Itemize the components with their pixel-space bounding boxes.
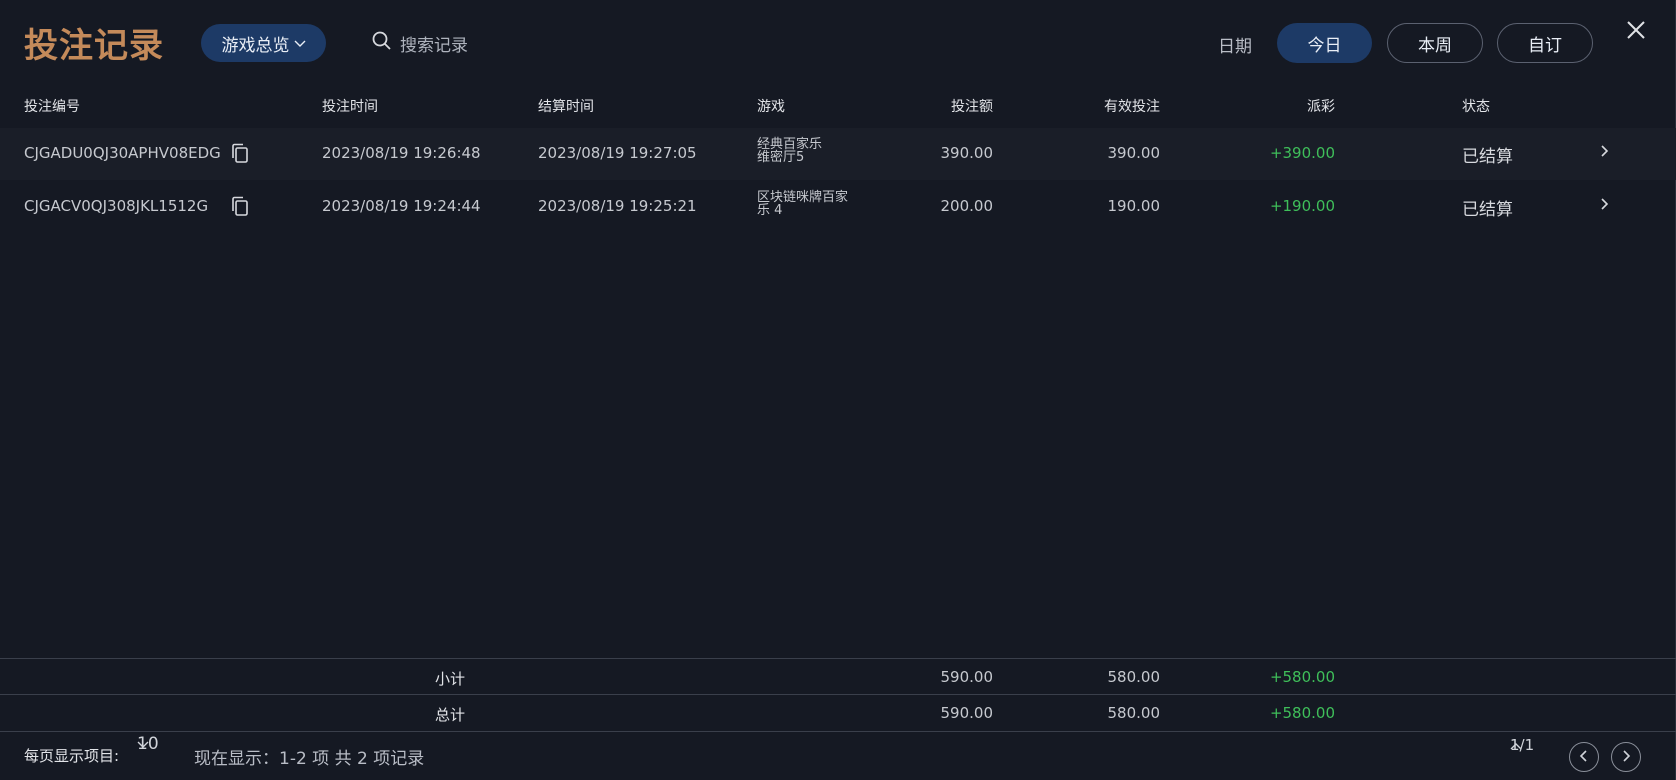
chevron-up-icon bbox=[1510, 736, 1522, 754]
subtotal-row: 小计 590.00 580.00 +580.00 bbox=[0, 660, 1676, 694]
next-page-button[interactable] bbox=[1611, 742, 1641, 772]
today-button[interactable]: 今日 bbox=[1277, 23, 1372, 63]
search-box[interactable]: 搜索记录 bbox=[372, 30, 468, 56]
per-page-label: 每页显示项目: bbox=[24, 747, 120, 765]
chevron-right-icon bbox=[1621, 748, 1631, 767]
col-bet-id: 投注编号 bbox=[24, 99, 80, 115]
col-status: 状态 bbox=[1462, 99, 1490, 115]
col-settle-time: 结算时间 bbox=[538, 99, 594, 115]
total-label: 总计 bbox=[435, 706, 466, 724]
copy-icon[interactable] bbox=[230, 196, 250, 216]
custom-date-button[interactable]: 自订 bbox=[1497, 23, 1593, 63]
game-filter-dropdown[interactable]: 游戏总览 bbox=[201, 24, 326, 62]
total-amount: 590.00 bbox=[940, 704, 994, 722]
chevron-right-icon[interactable] bbox=[1600, 142, 1610, 163]
chevron-left-icon bbox=[1579, 748, 1589, 767]
col-valid-bet: 有效投注 bbox=[1104, 99, 1160, 115]
subtotal-payout: +580.00 bbox=[1269, 668, 1335, 686]
game-name-line2: 乐 4 bbox=[757, 203, 783, 218]
divider bbox=[0, 694, 1676, 695]
showing-info: 现在显示：1-2 项 共 2 项记录 bbox=[194, 749, 425, 769]
col-bet-time: 投注时间 bbox=[322, 99, 378, 115]
chevron-down-icon bbox=[137, 734, 149, 754]
prev-page-button[interactable] bbox=[1569, 742, 1599, 772]
table-row[interactable]: CJGADU0QJ30APHV08EDG 2023/08/19 19:26:48… bbox=[0, 128, 1676, 180]
table-header: 投注编号 投注时间 结算时间 游戏 投注额 有效投注 派彩 状态 bbox=[0, 96, 1676, 118]
bet-amount: 200.00 bbox=[940, 197, 994, 215]
payout: +390.00 bbox=[1269, 144, 1335, 162]
total-payout: +580.00 bbox=[1269, 704, 1335, 722]
bet-id: CJGACV0QJ308JKL1512G bbox=[24, 197, 209, 215]
total-valid: 580.00 bbox=[1107, 704, 1161, 722]
close-icon[interactable] bbox=[1622, 16, 1650, 44]
bet-time: 2023/08/19 19:24:44 bbox=[322, 197, 481, 215]
total-row: 总计 590.00 580.00 +580.00 bbox=[0, 696, 1676, 730]
col-amount: 投注额 bbox=[951, 99, 993, 115]
settle-time: 2023/08/19 19:25:21 bbox=[538, 197, 697, 215]
divider bbox=[0, 658, 1676, 659]
bet-id: CJGADU0QJ30APHV08EDG bbox=[24, 144, 221, 162]
col-game: 游戏 bbox=[757, 99, 785, 115]
chevron-right-icon[interactable] bbox=[1600, 195, 1610, 216]
game-name: 经典百家乐 维密厅5 bbox=[757, 138, 867, 164]
copy-icon[interactable] bbox=[230, 143, 250, 163]
col-payout: 派彩 bbox=[1307, 99, 1335, 115]
bet-records-panel: 投注记录 游戏总览 搜索记录 日期 今日 本周 自订 投注编号 投注时间 结算时… bbox=[0, 0, 1676, 780]
subtotal-valid: 580.00 bbox=[1107, 668, 1161, 686]
search-placeholder: 搜索记录 bbox=[400, 35, 468, 56]
page-title: 投注记录 bbox=[24, 26, 164, 66]
subtotal-label: 小计 bbox=[435, 670, 466, 688]
payout: +190.00 bbox=[1269, 197, 1335, 215]
status: 已结算 bbox=[1462, 147, 1513, 167]
bet-time: 2023/08/19 19:26:48 bbox=[322, 144, 481, 162]
pagination-footer: 每页显示项目: 10 现在显示：1-2 项 共 2 项记录 1/1 bbox=[0, 734, 1676, 775]
table-row[interactable]: CJGACV0QJ308JKL1512G 2023/08/19 19:24:44… bbox=[0, 181, 1676, 233]
this-week-button[interactable]: 本周 bbox=[1387, 23, 1483, 63]
game-name: 区块链咪牌百家 乐 4 bbox=[757, 191, 867, 217]
divider bbox=[0, 731, 1676, 732]
status: 已结算 bbox=[1462, 200, 1513, 220]
chevron-down-icon bbox=[294, 37, 306, 51]
game-filter-label: 游戏总览 bbox=[221, 35, 290, 56]
bet-amount: 390.00 bbox=[940, 144, 994, 162]
settle-time: 2023/08/19 19:27:05 bbox=[538, 144, 697, 162]
date-label: 日期 bbox=[1218, 37, 1252, 57]
game-name-line2: 维密厅5 bbox=[757, 150, 805, 165]
subtotal-amount: 590.00 bbox=[940, 668, 994, 686]
search-icon bbox=[372, 31, 392, 56]
valid-bet: 190.00 bbox=[1107, 197, 1161, 215]
valid-bet: 390.00 bbox=[1107, 144, 1161, 162]
